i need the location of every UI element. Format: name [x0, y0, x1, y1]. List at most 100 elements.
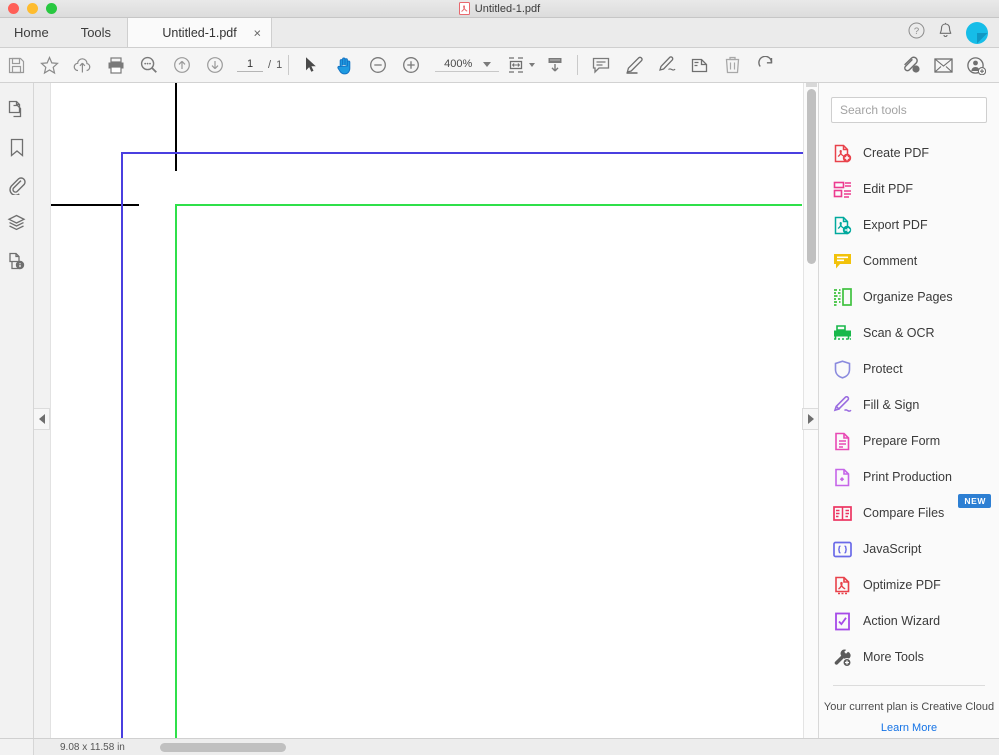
- upload-cloud-icon[interactable]: [66, 48, 99, 83]
- document-viewport[interactable]: [34, 83, 818, 738]
- tool-item-action-wizard[interactable]: Action Wizard: [819, 603, 999, 639]
- fit-page-chevron-icon[interactable]: [529, 63, 535, 67]
- tool-item-protect[interactable]: Protect: [819, 351, 999, 387]
- zoom-level-input[interactable]: [435, 58, 481, 70]
- tool-item-edit-pdf[interactable]: Edit PDF: [819, 171, 999, 207]
- save-icon[interactable]: [0, 48, 33, 83]
- tool-item-fill-sign[interactable]: Fill & Sign: [819, 387, 999, 423]
- collapse-left-panel-button[interactable]: [34, 408, 50, 430]
- delete-icon[interactable]: [716, 48, 749, 83]
- optimize-pdf-icon: [833, 576, 852, 595]
- tool-label: More Tools: [863, 650, 924, 664]
- tool-label: Edit PDF: [863, 182, 913, 196]
- zoom-in-icon[interactable]: [394, 48, 427, 83]
- nav-home[interactable]: Home: [0, 18, 65, 47]
- search-tools-input[interactable]: [831, 97, 987, 123]
- learn-more-link[interactable]: Learn More: [819, 713, 999, 734]
- tool-item-prepare-form[interactable]: Prepare Form: [819, 423, 999, 459]
- tool-item-scan-ocr[interactable]: Scan & OCR: [819, 315, 999, 351]
- black-vertical-line: [175, 83, 177, 171]
- tool-item-create-pdf[interactable]: Create PDF: [819, 135, 999, 171]
- pdf-file-icon: [459, 2, 470, 15]
- window-title-text: Untitled-1.pdf: [475, 3, 540, 15]
- tool-item-comment[interactable]: Comment: [819, 243, 999, 279]
- tool-item-export-pdf[interactable]: Export PDF: [819, 207, 999, 243]
- prepare-form-icon: [833, 432, 852, 451]
- layers-icon[interactable]: [4, 211, 30, 235]
- comment-icon[interactable]: [584, 48, 617, 83]
- tools-panel: Create PDF Edit PDF Export PDF Comment: [818, 83, 999, 738]
- fit-page-icon[interactable]: [503, 48, 529, 83]
- bookmarks-icon[interactable]: [4, 135, 30, 159]
- tool-item-more-tools[interactable]: More Tools: [819, 639, 999, 675]
- attachments-icon[interactable]: [4, 173, 30, 197]
- tool-item-compare-files[interactable]: Compare Files NEW: [819, 495, 999, 531]
- select-arrow-icon[interactable]: [295, 48, 328, 83]
- stamp-icon[interactable]: [683, 48, 716, 83]
- tool-label: Create PDF: [863, 146, 929, 160]
- pdf-page-surface[interactable]: [50, 83, 818, 738]
- nav-tools[interactable]: Tools: [65, 18, 127, 47]
- star-icon[interactable]: [33, 48, 66, 83]
- protect-icon: [833, 360, 852, 379]
- edit-pdf-icon: [833, 180, 852, 199]
- tool-label: Export PDF: [863, 218, 928, 232]
- scroll-mode-icon[interactable]: [538, 48, 571, 83]
- tool-label: Action Wizard: [863, 614, 940, 628]
- tool-label: Comment: [863, 254, 917, 268]
- tool-item-organize-pages[interactable]: Organize Pages: [819, 279, 999, 315]
- bell-icon[interactable]: [938, 22, 953, 44]
- window-titlebar: Untitled-1.pdf: [0, 0, 999, 18]
- organize-pages-icon: [833, 288, 852, 307]
- vertical-scrollbar-thumb[interactable]: [807, 89, 816, 264]
- tool-label: Print Production: [863, 470, 952, 484]
- user-avatar[interactable]: [966, 22, 988, 44]
- toolbar-divider-2: [577, 55, 578, 75]
- create-pdf-icon: [833, 144, 852, 163]
- page-number-input[interactable]: [237, 58, 263, 72]
- document-info-icon[interactable]: [4, 249, 30, 273]
- help-icon[interactable]: ?: [908, 22, 925, 44]
- document-tab[interactable]: Untitled-1.pdf ×: [127, 18, 272, 47]
- collapse-right-panel-button[interactable]: [802, 408, 818, 430]
- highlight-icon[interactable]: [617, 48, 650, 83]
- attach-cloud-icon[interactable]: [894, 48, 927, 83]
- vertical-scrollbar-cap: [806, 83, 817, 87]
- page-separator: /: [268, 59, 271, 71]
- tab-bar: Home Tools Untitled-1.pdf × ?: [0, 18, 999, 48]
- sign-icon[interactable]: [650, 48, 683, 83]
- page-up-icon[interactable]: [165, 48, 198, 83]
- rotate-icon[interactable]: [749, 48, 782, 83]
- javascript-icon: [833, 540, 852, 559]
- horizontal-scrollbar[interactable]: [154, 739, 818, 755]
- tool-label: JavaScript: [863, 542, 921, 556]
- tool-item-javascript[interactable]: JavaScript: [819, 531, 999, 567]
- tool-item-optimize-pdf[interactable]: Optimize PDF: [819, 567, 999, 603]
- zoom-search-icon[interactable]: [132, 48, 165, 83]
- chevron-right-icon: [808, 414, 814, 424]
- current-plan-text: Your current plan is Creative Cloud: [819, 686, 999, 713]
- chevron-left-icon: [39, 414, 45, 424]
- close-tab-icon[interactable]: ×: [253, 26, 261, 39]
- tool-label: Compare Files: [863, 506, 944, 520]
- window-title: Untitled-1.pdf: [0, 2, 999, 15]
- print-production-icon: [833, 468, 852, 487]
- chevron-down-icon[interactable]: [483, 62, 491, 67]
- tool-label: Fill & Sign: [863, 398, 919, 412]
- blue-horizontal-line: [121, 152, 818, 154]
- page-total: 1: [276, 59, 282, 71]
- page-down-icon[interactable]: [198, 48, 231, 83]
- comment-icon: [833, 252, 852, 271]
- email-icon[interactable]: [927, 48, 960, 83]
- new-badge: NEW: [958, 494, 991, 508]
- share-user-icon[interactable]: [960, 48, 993, 83]
- zoom-out-icon[interactable]: [361, 48, 394, 83]
- tool-item-print-production[interactable]: Print Production: [819, 459, 999, 495]
- horizontal-scrollbar-thumb[interactable]: [160, 743, 286, 752]
- more-tools-icon: [833, 648, 852, 667]
- tool-label: Scan & OCR: [863, 326, 935, 340]
- zoom-level-control[interactable]: [435, 58, 499, 72]
- print-icon[interactable]: [99, 48, 132, 83]
- hand-tool-icon[interactable]: [328, 48, 361, 83]
- page-thumbnails-icon[interactable]: [4, 97, 30, 121]
